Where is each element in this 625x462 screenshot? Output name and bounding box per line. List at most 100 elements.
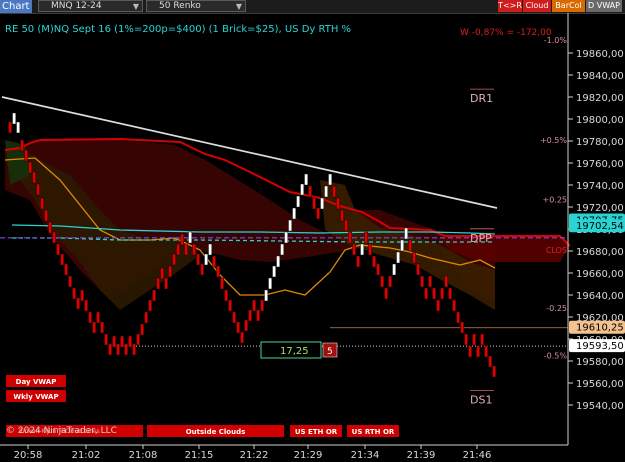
level-label-dpp: DPP — [470, 232, 492, 245]
up-brick — [264, 289, 268, 302]
level-label-dr1: DR1 — [470, 92, 493, 105]
down-brick — [72, 287, 76, 300]
up-brick — [396, 251, 400, 264]
down-brick — [456, 311, 460, 324]
outside-clouds-button-label: Outside Clouds — [186, 428, 246, 436]
down-brick — [356, 255, 360, 268]
pct-label: +0.5% — [540, 136, 567, 145]
down-brick — [364, 231, 368, 244]
day-vwap-button-label: Day VWAP — [16, 378, 57, 386]
down-brick — [92, 321, 96, 334]
down-brick — [20, 139, 24, 152]
price-tick-label: 19840,00 — [576, 71, 624, 82]
down-brick — [56, 243, 60, 256]
down-brick — [388, 275, 392, 288]
price-tick-label: 19720,00 — [576, 203, 624, 214]
down-brick — [216, 265, 220, 278]
down-brick — [476, 345, 480, 358]
price-chart[interactable]: RE 50 (M)NQ Sept 16 (1%=200p=$400) (1 Br… — [0, 13, 625, 462]
chevron-down-icon: ▼ — [235, 2, 242, 11]
price-tick-label: 19760,00 — [576, 159, 624, 170]
down-brick — [80, 289, 84, 302]
down-brick — [84, 299, 88, 312]
down-brick — [28, 161, 32, 174]
up-brick — [272, 265, 276, 278]
down-brick — [24, 149, 28, 162]
down-brick — [164, 277, 168, 290]
up-brick — [400, 239, 404, 252]
cloud-button[interactable]: Cloud — [523, 0, 551, 12]
up-brick — [296, 195, 300, 208]
down-brick — [440, 287, 444, 300]
down-brick — [436, 299, 440, 312]
down-brick — [248, 309, 252, 322]
down-brick — [152, 289, 156, 302]
level-label-ds1: DS1 — [470, 394, 492, 407]
watermark-text: Tunkan-Kijun TriCloud Lines — [17, 428, 100, 435]
down-brick — [348, 231, 352, 244]
time-tick-label: 21:39 — [407, 450, 436, 461]
down-brick — [156, 277, 160, 290]
price-tick-label: 19660,00 — [576, 269, 624, 280]
down-brick — [336, 197, 340, 210]
daily-vwap-button[interactable]: D VWAP — [586, 0, 622, 12]
price-marker-label: 19610,25 — [576, 323, 624, 334]
us-eth-or-button-label: US ETH OR — [295, 428, 338, 436]
weekly-vwap-button-label: Wkly VWAP — [13, 393, 58, 401]
down-brick — [316, 207, 320, 220]
up-brick — [320, 197, 324, 210]
down-brick — [172, 253, 176, 266]
price-tick-label: 19640,00 — [576, 291, 624, 302]
tenkan-reversal-button[interactable]: T<>R — [498, 0, 522, 12]
down-brick — [132, 343, 136, 356]
up-brick — [284, 231, 288, 244]
down-brick — [332, 185, 336, 198]
pnl-text: W -0,87% = -172,00 — [460, 28, 552, 38]
down-brick — [344, 219, 348, 232]
down-brick — [416, 263, 420, 276]
up-brick — [292, 207, 296, 220]
price-tick-label: 19560,00 — [576, 379, 624, 390]
price-tick-label: 19800,00 — [576, 115, 624, 126]
down-brick — [256, 309, 260, 322]
down-brick — [428, 275, 432, 288]
down-brick — [104, 333, 108, 346]
down-brick — [484, 345, 488, 358]
up-brick — [188, 231, 192, 244]
price-tick-label: 19540,00 — [576, 401, 624, 412]
down-brick — [420, 275, 424, 288]
price-tick-label: 19740,00 — [576, 181, 624, 192]
up-brick — [268, 277, 272, 290]
pct-label: -0.25 — [546, 304, 567, 313]
down-brick — [196, 253, 200, 266]
instrument-selector[interactable]: MNQ 12-24 ▼ — [38, 0, 143, 12]
bar-color-button[interactable]: BarCol — [552, 0, 585, 12]
down-brick — [448, 287, 452, 300]
down-brick — [176, 243, 180, 256]
counter-value: 17,25 — [280, 346, 309, 357]
up-brick — [12, 112, 16, 125]
down-brick — [376, 263, 380, 276]
down-brick — [168, 265, 172, 278]
down-brick — [432, 287, 436, 300]
down-brick — [488, 355, 492, 368]
chart-tab[interactable]: Chart — [0, 0, 32, 13]
down-brick — [452, 299, 456, 312]
down-brick — [472, 333, 476, 346]
down-brick — [116, 343, 120, 356]
down-brick — [128, 335, 132, 348]
bar-type-selector[interactable]: 50 Renko ▼ — [146, 0, 246, 12]
up-brick — [324, 185, 328, 198]
down-brick — [492, 365, 496, 378]
up-brick — [360, 243, 364, 256]
down-brick — [180, 233, 184, 246]
time-tick-label: 21:34 — [351, 450, 380, 461]
price-tick-label: 19780,00 — [576, 137, 624, 148]
down-brick — [112, 335, 116, 348]
ichimoku-clouds — [5, 140, 570, 310]
down-brick — [36, 183, 40, 196]
down-brick — [40, 197, 44, 210]
time-tick-label: 21:08 — [129, 450, 158, 461]
down-brick — [136, 333, 140, 346]
down-brick — [228, 299, 232, 312]
